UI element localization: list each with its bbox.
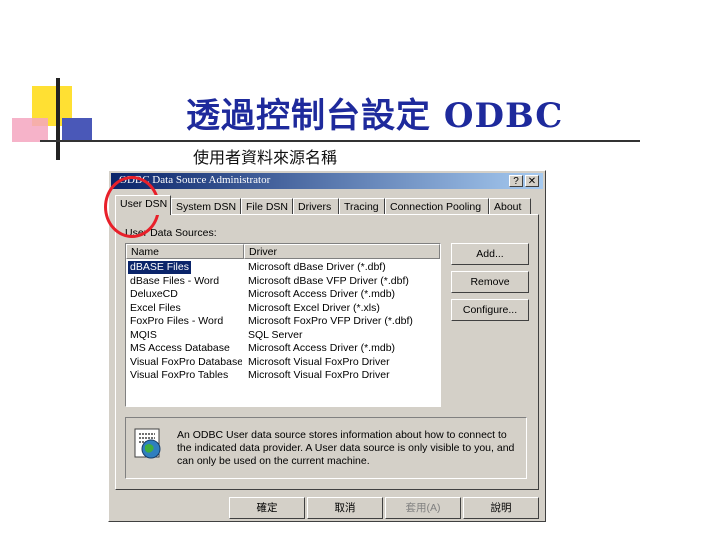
configure-button[interactable]: Configure... xyxy=(451,299,529,321)
row-driver: Microsoft Access Driver (*.mdb) xyxy=(248,288,396,300)
title-underline xyxy=(40,140,640,142)
row-name: MQIS xyxy=(130,328,157,341)
close-icon[interactable]: ✕ xyxy=(525,175,539,187)
tab-about[interactable]: About xyxy=(489,198,531,214)
decor-blue-square xyxy=(62,118,92,140)
info-description: An ODBC User data source stores informat… xyxy=(177,429,515,467)
row-name: DeluxeCD xyxy=(130,288,178,300)
row-driver: Microsoft Visual FoxPro Driver xyxy=(248,369,390,381)
row-name: dBase Files - Word xyxy=(130,274,220,287)
remove-button[interactable]: Remove xyxy=(451,271,529,293)
decor-pink-square xyxy=(12,118,48,142)
cancel-button[interactable]: 取消 xyxy=(307,497,383,519)
tab-file-dsn[interactable]: File DSN xyxy=(241,198,293,214)
row-driver: Microsoft dBase VFP Driver (*.dbf) xyxy=(248,274,409,287)
dialog-titlebar[interactable]: ODBC Data Source Administrator ? ✕ xyxy=(111,173,543,189)
list-item[interactable]: MS Access Database Microsoft Access Driv… xyxy=(126,342,440,356)
tab-tracing[interactable]: Tracing xyxy=(339,198,385,214)
slide-subtitle: 使用者資料來源名稱 xyxy=(193,148,338,167)
column-header-driver[interactable]: Driver xyxy=(244,244,440,259)
tab-drivers[interactable]: Drivers xyxy=(293,198,339,214)
tab-system-dsn[interactable]: System DSN xyxy=(171,198,241,214)
list-item[interactable]: dBASE Files Microsoft dBase Driver (*.db… xyxy=(126,261,440,275)
slide-title: 透過控制台設定 ODBC xyxy=(186,96,564,136)
row-driver: Microsoft Visual FoxPro Driver xyxy=(248,355,390,368)
row-driver: Microsoft dBase Driver (*.dbf) xyxy=(248,261,386,273)
row-driver: Microsoft FoxPro VFP Driver (*.dbf) xyxy=(248,315,413,327)
row-name: Excel Files xyxy=(130,301,181,314)
decor-vertical-line xyxy=(56,78,60,160)
column-header-name[interactable]: Name xyxy=(126,244,244,259)
row-name: FoxPro Files - Word xyxy=(130,315,224,327)
row-name: Visual FoxPro Tables xyxy=(130,369,229,381)
ok-button[interactable]: 確定 xyxy=(229,497,305,519)
apply-button[interactable]: 套用(A) xyxy=(385,497,461,519)
row-name: MS Access Database xyxy=(130,342,230,354)
tab-user-dsn[interactable]: User DSN xyxy=(115,195,171,215)
help-button[interactable]: 說明 xyxy=(463,497,539,519)
list-item[interactable]: Visual FoxPro Database Microsoft Visual … xyxy=(126,356,440,370)
row-name: dBASE Files xyxy=(128,261,191,274)
tab-strip: User DSN System DSN File DSN Drivers Tra… xyxy=(115,195,535,215)
row-driver: Microsoft Access Driver (*.mdb) xyxy=(248,342,396,354)
tab-connection-pooling[interactable]: Connection Pooling xyxy=(385,198,489,214)
odbc-globe-icon xyxy=(134,428,161,459)
list-item[interactable]: Visual FoxPro Tables Microsoft Visual Fo… xyxy=(126,369,440,383)
list-item[interactable]: DeluxeCD Microsoft Access Driver (*.mdb) xyxy=(126,288,440,302)
list-item[interactable]: dBase Files - Word Microsoft dBase VFP D… xyxy=(126,275,440,289)
row-driver: SQL Server xyxy=(248,328,303,341)
list-item[interactable]: Excel Files Microsoft Excel Driver (*.xl… xyxy=(126,302,440,316)
row-name: Visual FoxPro Database xyxy=(130,355,242,368)
odbc-dialog: ODBC Data Source Administrator ? ✕ User … xyxy=(108,170,546,522)
list-item[interactable]: MQIS SQL Server xyxy=(126,329,440,343)
data-sources-list[interactable]: Name Driver dBASE Files Microsoft dBase … xyxy=(125,243,441,407)
help-icon[interactable]: ? xyxy=(509,175,523,187)
list-item[interactable]: FoxPro Files - Word Microsoft FoxPro VFP… xyxy=(126,315,440,329)
add-button[interactable]: Add... xyxy=(451,243,529,265)
row-driver: Microsoft Excel Driver (*.xls) xyxy=(248,301,380,314)
